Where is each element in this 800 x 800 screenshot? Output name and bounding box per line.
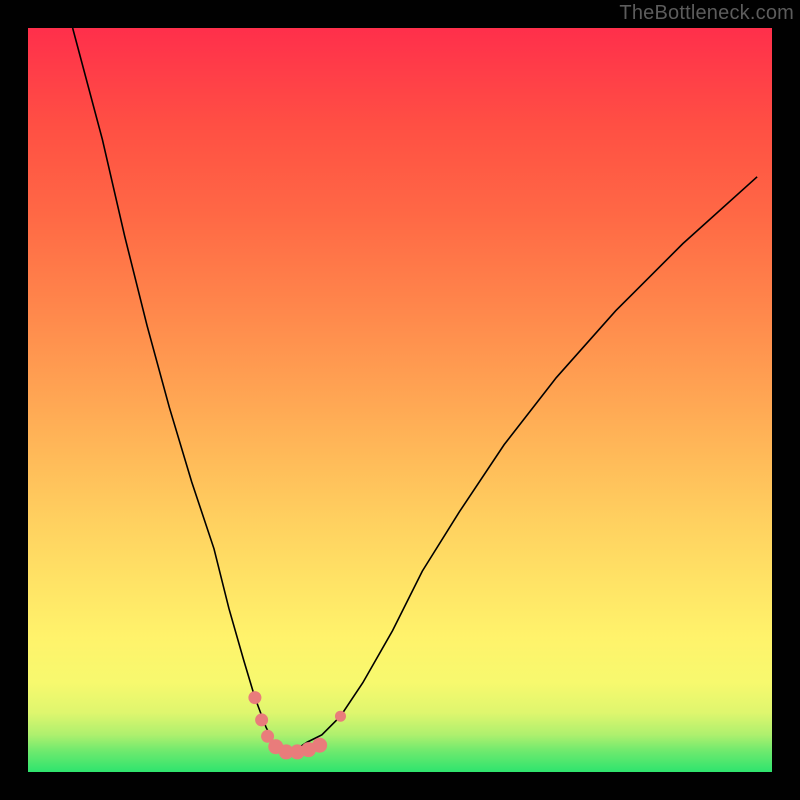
plot-area [28,28,772,772]
bottleneck-curve [73,28,757,753]
marker-dot [312,738,327,753]
chart-svg [28,28,772,772]
marker-dot [248,691,261,704]
marker-dot [335,711,346,722]
outer-frame: TheBottleneck.com [0,0,800,800]
watermark-text: TheBottleneck.com [619,2,794,25]
marker-dot [255,713,268,726]
